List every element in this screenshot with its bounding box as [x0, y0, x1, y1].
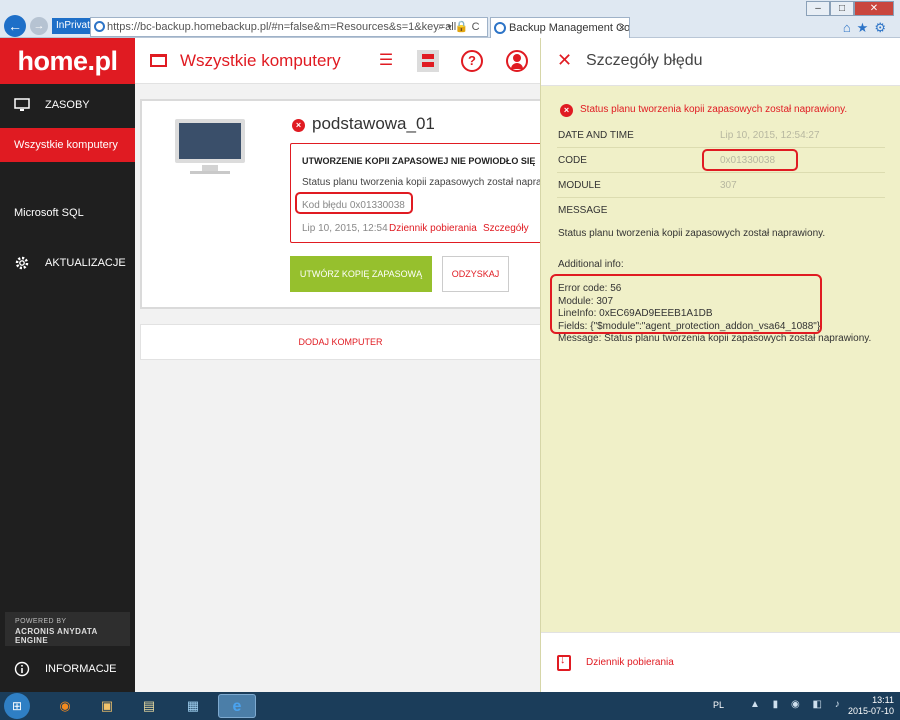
user-account-icon[interactable]: [506, 50, 528, 72]
main-content: × podstawowa_01 UTWORZENIE KOPII ZAPASOW…: [135, 84, 569, 692]
error-status-icon: ×: [560, 104, 573, 117]
gear-icon: [15, 256, 29, 270]
logo[interactable]: home.pl: [0, 38, 135, 84]
computer-name: podstawowa_01: [312, 114, 435, 133]
start-button[interactable]: ⊞: [4, 693, 30, 719]
ie-taskbar-icon[interactable]: e: [218, 694, 256, 718]
clock-time: 13:11: [872, 695, 894, 705]
create-backup-button[interactable]: UTWÓRZ KOPIĘ ZAPASOWĄ: [290, 256, 432, 292]
detail-key: MODULE: [558, 180, 601, 191]
additional-info-highlight: [550, 274, 822, 334]
error-description: Status planu tworzenia kopii zapasowych …: [302, 177, 570, 188]
detail-value: Lip 10, 2015, 12:54:27: [720, 130, 820, 141]
address-bar[interactable]: https://bc-backup.homebackup.pl/#n=false…: [90, 17, 488, 37]
browser-chrome: ← → InPrivate https://bc-backup.homeback…: [0, 0, 900, 38]
detail-key: DATE AND TIME: [558, 130, 634, 141]
error-date: Lip 10, 2015, 12:54: [302, 223, 388, 234]
sidebar-item-label: ZASOBY: [45, 99, 90, 111]
detail-value: 307: [720, 180, 737, 191]
address-tools[interactable]: ⌕ ▾ 🔒 C: [438, 17, 480, 37]
sidebar: home.pl ZASOBY Wszystkie komputery Micro…: [0, 38, 135, 692]
computer-card: × podstawowa_01 UTWORZENIE KOPII ZAPASOW…: [140, 99, 569, 309]
powered-by-badge: POWERED BY ACRONIS ANYDATA ENGINE: [5, 612, 130, 646]
code-highlight: [702, 149, 798, 171]
detail-row-module: MODULE 307: [557, 173, 885, 198]
ie-tab-icon: [494, 22, 506, 34]
site-icon: [94, 21, 105, 32]
panel-footer: Dziennik pobierania: [541, 632, 900, 692]
recover-button[interactable]: ODZYSKAJ: [442, 256, 509, 292]
maximize-button[interactable]: □: [830, 1, 854, 16]
computer-base: [190, 171, 230, 174]
help-icon[interactable]: ?: [461, 50, 483, 72]
top-header: Wszystkie komputery ☰ ?: [135, 38, 540, 84]
files-taskbar-icon[interactable]: ▤: [130, 694, 168, 718]
download-log-link[interactable]: Dziennik pobierania: [586, 657, 674, 668]
back-button[interactable]: ←: [4, 15, 26, 37]
download-log-link[interactable]: Dziennik pobierania: [389, 223, 477, 234]
sidebar-item-label: Microsoft SQL: [14, 207, 84, 219]
taskbar: ⊞ ◉ ▣ ▤ ▦ e PL ▲ ▮ ◉ ◧ ♪ 13:11 2015-07-1…: [0, 692, 900, 720]
system-tray-icons[interactable]: ▲ ▮ ◉ ◧ ♪: [750, 699, 845, 710]
window-close-button[interactable]: ✕: [854, 1, 894, 16]
additional-info-line: Message: Status planu tworzenia kopii za…: [558, 333, 872, 344]
sidebar-item-zasoby[interactable]: ZASOBY: [0, 88, 135, 122]
firefox-taskbar-icon[interactable]: ◉: [46, 694, 84, 718]
add-computer-button[interactable]: DODAJ KOMPUTER: [140, 324, 540, 360]
error-details-panel: ✕ Szczegóły błędu × Status planu tworzen…: [540, 38, 900, 692]
close-icon[interactable]: ✕: [557, 50, 572, 71]
details-link[interactable]: Szczegóły: [483, 223, 529, 234]
folder-icon: [150, 54, 167, 67]
download-icon: [557, 654, 571, 671]
forward-button[interactable]: →: [30, 17, 48, 35]
detail-key: MESSAGE: [558, 205, 608, 216]
additional-info-title: Additional info:: [558, 259, 624, 270]
page-title: Wszystkie komputery: [180, 51, 341, 70]
detail-row-date: DATE AND TIME Lip 10, 2015, 12:54:27: [557, 123, 885, 148]
tab-close-icon[interactable]: ×: [619, 18, 625, 38]
status-message: Status planu tworzenia kopii zapasowych …: [580, 104, 848, 115]
computer-icon: [175, 119, 245, 163]
error-status-icon: ×: [292, 119, 305, 132]
sidebar-item-microsoft-sql[interactable]: Microsoft SQL: [0, 196, 135, 230]
panel-title: Szczegóły błędu: [586, 52, 703, 69]
window-controls: – □ ✕: [806, 0, 894, 16]
browser-tab[interactable]: Backup Management Cons... ×: [490, 17, 630, 38]
tab-title: Backup Management Cons...: [509, 22, 630, 34]
window-taskbar-icon[interactable]: ▦: [174, 694, 212, 718]
home-favorites-settings-icons[interactable]: ⌂★⚙: [843, 20, 892, 36]
clock[interactable]: 13:11 2015-07-10: [848, 695, 894, 717]
explorer-taskbar-icon[interactable]: ▣: [88, 694, 126, 718]
sidebar-item-label: AKTUALIZACJE: [45, 257, 126, 269]
sidebar-item-all-computers[interactable]: Wszystkie komputery: [0, 128, 135, 162]
monitor-icon: [14, 98, 30, 111]
sidebar-item-info[interactable]: INFORMACJE: [0, 652, 135, 686]
powered-by-label: POWERED BY: [15, 618, 67, 625]
detail-row-message: MESSAGE: [557, 198, 885, 223]
error-code-highlight: [295, 192, 413, 214]
tile-view-icon[interactable]: [417, 50, 439, 72]
sidebar-item-updates[interactable]: AKTUALIZACJE: [0, 246, 135, 280]
powered-by-engine: ACRONIS ANYDATA ENGINE: [15, 627, 98, 645]
error-title: UTWORZENIE KOPII ZAPASOWEJ NIE POWIODŁO …: [302, 156, 536, 166]
detail-key: CODE: [558, 155, 587, 166]
sidebar-item-label: Wszystkie komputery: [14, 139, 118, 151]
info-icon: [14, 661, 30, 677]
list-view-icon[interactable]: ☰: [375, 50, 397, 72]
language-indicator[interactable]: PL: [713, 700, 724, 710]
sidebar-item-label: INFORMACJE: [45, 663, 117, 675]
message-text: Status planu tworzenia kopii zapasowych …: [558, 228, 826, 239]
minimize-button[interactable]: –: [806, 1, 830, 16]
panel-header: ✕ Szczegóły błędu: [541, 38, 900, 86]
url-text: https://bc-backup.homebackup.pl/#n=false…: [107, 21, 457, 33]
clock-date: 2015-07-10: [847, 706, 894, 716]
